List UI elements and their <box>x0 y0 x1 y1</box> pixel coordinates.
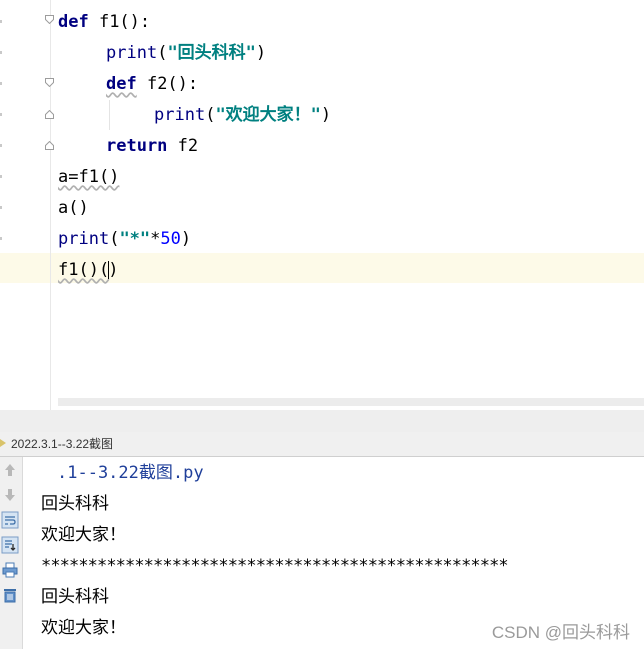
run-tab-label: 2022.3.1--3.22截图 <box>11 437 114 451</box>
code-text: ) <box>320 105 332 125</box>
code-line-3[interactable]: def f2(): <box>106 71 198 97</box>
print-icon[interactable] <box>1 561 19 579</box>
code-text: f1(): <box>88 12 151 32</box>
code-text: f2 <box>167 136 199 156</box>
fold-open-icon[interactable] <box>45 15 54 24</box>
console-output-line: 欢迎大家！ <box>41 525 126 545</box>
console-output-line: 回头科科 <box>41 494 109 514</box>
editor-gutter <box>0 0 50 410</box>
code-text: * <box>150 229 161 249</box>
python-file-icon <box>0 439 6 447</box>
console-output-line: 回头科科 <box>41 587 109 607</box>
code-text: ( <box>205 105 216 125</box>
builtin-print: print <box>154 105 206 125</box>
trash-icon[interactable] <box>1 586 19 604</box>
fold-end-icon[interactable] <box>45 141 54 150</box>
builtin-print: print <box>106 43 158 63</box>
code-text: ( <box>157 43 168 63</box>
builtin-print: print <box>58 229 110 249</box>
fold-open-icon[interactable] <box>45 78 54 87</box>
gutter-divider <box>50 0 51 410</box>
indent-guide <box>109 100 110 130</box>
scroll-to-end-icon[interactable] <box>1 536 19 554</box>
console-output-line: ****************************************… <box>41 556 509 576</box>
code-text: ) <box>108 260 119 280</box>
gutter-marker <box>0 113 2 116</box>
console-command-line: .1--3.22截图.py <box>57 463 204 483</box>
gutter-marker <box>0 237 2 240</box>
code-text: a() <box>58 198 89 218</box>
code-line-7[interactable]: a() <box>58 195 89 221</box>
panel-splitter[interactable] <box>0 410 644 433</box>
keyword-return: return <box>106 136 168 156</box>
run-tab[interactable]: 2022.3.1--3.22截图 <box>0 432 113 456</box>
code-line-2[interactable]: print("回头科科") <box>106 40 266 66</box>
string-literal: "*" <box>119 229 151 249</box>
horizontal-scrollbar[interactable] <box>58 398 644 406</box>
code-line-5[interactable]: return f2 <box>106 133 198 159</box>
number-literal: 50 <box>160 229 181 249</box>
code-text: a=f1() <box>58 167 120 187</box>
code-text: f1()( <box>58 260 110 280</box>
gutter-marker <box>0 20 2 23</box>
gutter-marker <box>0 144 2 147</box>
code-line-9[interactable]: f1()() <box>58 257 118 283</box>
csdn-watermark: CSDN @回头科科 <box>491 623 630 642</box>
gutter-marker <box>0 206 2 209</box>
console-output-line: 欢迎大家！ <box>41 618 126 638</box>
run-panel: 2022.3.1--3.22截图 .1--3.22截图.py 回头科科 欢迎大家… <box>0 410 644 649</box>
up-arrow-icon[interactable] <box>1 461 19 479</box>
fold-end-icon[interactable] <box>45 110 54 119</box>
code-line-6[interactable]: a=f1() <box>58 164 119 190</box>
code-text: f2(): <box>136 74 199 94</box>
code-line-8[interactable]: print("*"*50) <box>58 226 191 252</box>
code-text: ( <box>109 229 120 249</box>
string-literal: "回头科科" <box>167 43 256 63</box>
run-toolbar <box>0 457 23 649</box>
code-line-4[interactable]: print("欢迎大家！") <box>154 102 331 128</box>
keyword-def: def <box>106 74 137 94</box>
code-editor[interactable]: def f1(): print("回头科科") def f2(): print(… <box>0 0 644 410</box>
gutter-marker <box>0 175 2 178</box>
string-literal: "欢迎大家！" <box>215 105 321 125</box>
gutter-marker <box>0 51 2 54</box>
down-arrow-icon[interactable] <box>1 486 19 504</box>
code-line-1[interactable]: def f1(): <box>58 9 150 35</box>
run-tab-bar: 2022.3.1--3.22截图 <box>0 432 644 457</box>
soft-wrap-icon[interactable] <box>1 511 19 529</box>
keyword-def: def <box>58 12 89 32</box>
code-text: ) <box>255 43 267 63</box>
gutter-marker <box>0 82 2 85</box>
code-text: ) <box>180 229 192 249</box>
